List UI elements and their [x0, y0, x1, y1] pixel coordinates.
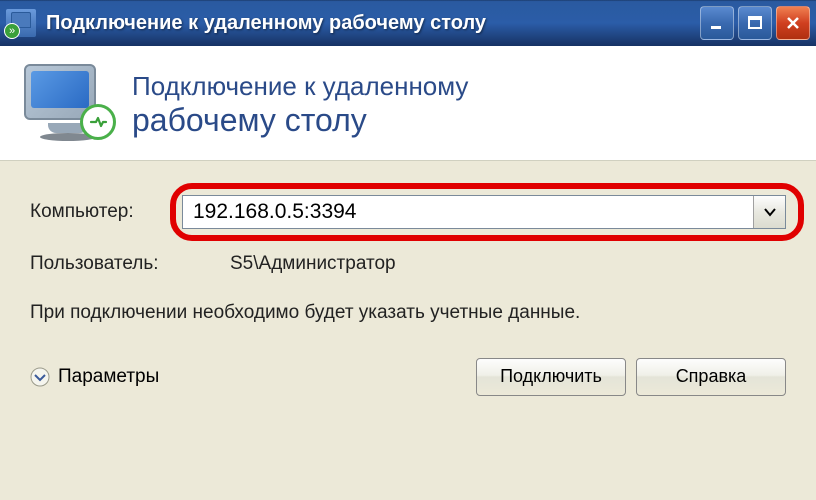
chevron-down-icon: [30, 367, 50, 387]
window-title: Подключение к удаленному рабочему столу: [46, 12, 700, 35]
maximize-icon: [746, 14, 764, 32]
minimize-icon: [708, 14, 726, 32]
connection-badge-icon: [80, 104, 116, 140]
options-toggle[interactable]: Параметры: [30, 366, 159, 388]
titlebar: » Подключение к удаленному рабочему стол…: [0, 0, 816, 46]
computer-input[interactable]: [183, 196, 753, 228]
computer-label: Компьютер:: [30, 201, 182, 223]
dialog-body: Компьютер: Пользователь: S5\Администрато…: [0, 161, 816, 328]
dialog-header: Подключение к удаленному рабочему столу: [0, 46, 816, 161]
maximize-button[interactable]: [738, 6, 772, 40]
user-value: S5\Администратор: [230, 253, 396, 275]
computer-field-row: Компьютер:: [30, 195, 786, 229]
rdp-badge-icon: »: [4, 23, 20, 39]
connect-button[interactable]: Подключить: [476, 358, 626, 396]
minimize-button[interactable]: [700, 6, 734, 40]
header-title: рабочему столу: [132, 102, 792, 139]
window-controls: [700, 6, 810, 40]
computer-dropdown-button[interactable]: [753, 196, 785, 228]
header-subtitle: Подключение к удаленному: [132, 71, 792, 102]
user-label: Пользователь:: [30, 253, 230, 275]
dialog-footer: Параметры Подключить Справка: [0, 358, 816, 416]
options-label: Параметры: [58, 366, 159, 388]
close-icon: [784, 14, 802, 32]
close-button[interactable]: [776, 6, 810, 40]
app-icon: »: [6, 9, 36, 37]
chevron-down-icon: [763, 205, 777, 219]
credentials-info: При подключении необходимо будет указать…: [30, 299, 786, 328]
computer-combobox[interactable]: [182, 195, 786, 229]
help-button[interactable]: Справка: [636, 358, 786, 396]
user-field-row: Пользователь: S5\Администратор: [30, 253, 786, 275]
rdp-monitor-icon: [24, 64, 112, 146]
